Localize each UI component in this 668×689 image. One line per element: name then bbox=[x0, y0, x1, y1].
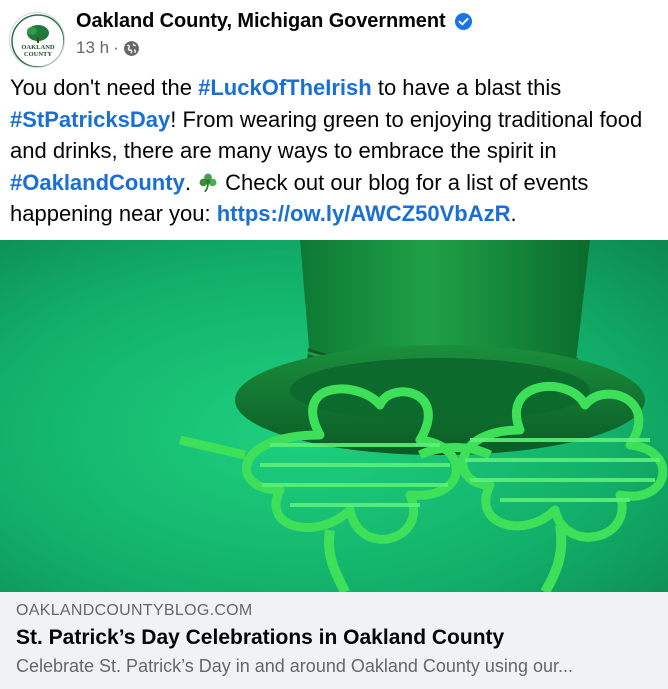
post-text-segment: to have a blast this bbox=[371, 75, 562, 100]
hashtag-link[interactable]: #OaklandCounty bbox=[10, 170, 185, 195]
globe-icon[interactable] bbox=[123, 40, 140, 57]
link-preview-card[interactable]: OAKLANDCOUNTYBLOG.COM St. Patrick’s Day … bbox=[0, 592, 668, 689]
meta-separator: · bbox=[113, 38, 119, 57]
logo-text-1: OAKLAND bbox=[21, 44, 55, 51]
oakland-county-logo: OAKLAND COUNTY bbox=[11, 14, 64, 67]
hashtag-link[interactable]: #StPatricksDay bbox=[10, 107, 170, 132]
preview-title[interactable]: St. Patrick’s Day Celebrations in Oaklan… bbox=[16, 626, 504, 650]
post-message: You don't need the #LuckOfTheIrish to ha… bbox=[10, 72, 660, 230]
hashtag-link[interactable]: #LuckOfTheIrish bbox=[198, 75, 372, 100]
preview-description: Celebrate St. Patrick’s Day in and aroun… bbox=[16, 656, 573, 676]
post-text-segment: You don't need the bbox=[10, 75, 199, 100]
post-meta: 13 h · bbox=[76, 38, 140, 58]
author-row: Oakland County, Michigan Government bbox=[76, 10, 473, 33]
link-preview-image[interactable] bbox=[0, 240, 668, 592]
blog-url-link[interactable]: https://ow.ly/AWCZ50VbAzR bbox=[217, 201, 511, 226]
logo-text-2: COUNTY bbox=[24, 51, 52, 58]
shamrock-emoji bbox=[197, 170, 219, 192]
post-text-segment: . bbox=[510, 201, 517, 226]
post-header: OAKLAND COUNTY Oakland County, Michigan … bbox=[0, 0, 668, 70]
preview-domain: OAKLANDCOUNTYBLOG.COM bbox=[16, 602, 253, 619]
author-name[interactable]: Oakland County, Michigan Government bbox=[76, 10, 446, 33]
post-timestamp[interactable]: 13 h bbox=[76, 38, 109, 58]
verified-badge-icon bbox=[454, 12, 473, 31]
post-text-segment: . bbox=[184, 169, 198, 195]
page-avatar[interactable]: OAKLAND COUNTY bbox=[9, 12, 65, 68]
